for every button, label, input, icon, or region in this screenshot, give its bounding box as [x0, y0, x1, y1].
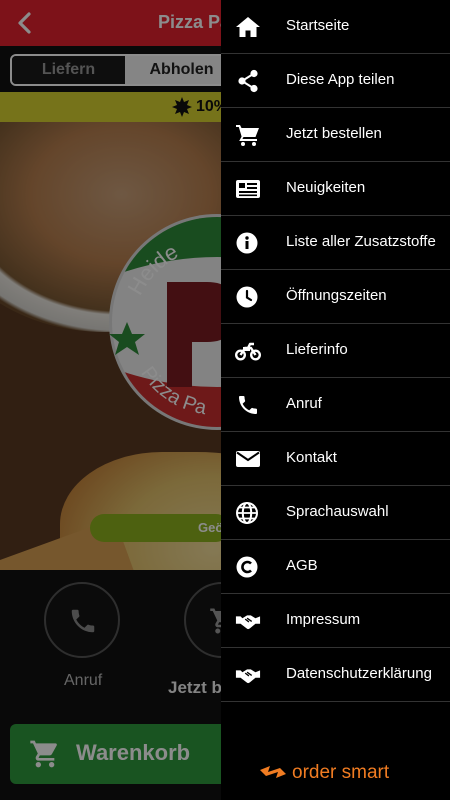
menu-item-startseite[interactable]: Startseite [221, 0, 450, 54]
menu-item-additives[interactable]: Liste aller Zusatzstoffe [221, 216, 450, 270]
handshake-icon [235, 615, 261, 630]
info-icon [236, 232, 258, 254]
menu-item-privacy[interactable]: Datenschutzerklärung [221, 648, 450, 702]
home-icon [236, 17, 260, 37]
menu-item-news[interactable]: Neuigkeiten [221, 162, 450, 216]
clock-icon [236, 286, 258, 308]
mail-icon [236, 451, 260, 467]
menu-item-order-now[interactable]: Jetzt bestellen [221, 108, 450, 162]
brand-name: order smart [292, 762, 390, 783]
menu-item-contact[interactable]: Kontakt [221, 432, 450, 486]
cart-icon [236, 125, 259, 146]
menu-item-agb[interactable]: AGB [221, 540, 450, 594]
menu-item-call[interactable]: Anruf [221, 378, 450, 432]
menu-item-opening-hours[interactable]: Öffnungszeiten [221, 270, 450, 324]
menu-label: Sprachauswahl [286, 503, 389, 520]
menu-label: Öffnungszeiten [286, 287, 387, 304]
news-icon [236, 180, 260, 198]
phone-icon [239, 396, 257, 414]
menu-item-delivery-info[interactable]: Lieferinfo [221, 324, 450, 378]
navigation-drawer: Startseite Diese App teilen Jetzt bestel… [221, 0, 450, 800]
menu-label: Jetzt bestellen [286, 125, 382, 142]
share-icon [238, 69, 258, 93]
menu-label: Startseite [286, 17, 350, 34]
order-smart-logo-icon [260, 766, 286, 778]
menu-label: AGB [286, 557, 318, 574]
menu-label: Impressum [286, 611, 361, 628]
menu-label: Lieferinfo [286, 341, 348, 358]
menu-item-language[interactable]: Sprachauswahl [221, 486, 450, 540]
brand-logo: order smart [258, 760, 418, 788]
menu-label: Anruf [286, 395, 322, 412]
menu-label: Kontakt [286, 449, 337, 466]
menu-label: Liste aller Zusatzstoffe [286, 233, 436, 250]
menu-label: Datenschutzerklärung [286, 665, 432, 682]
menu-item-imprint[interactable]: Impressum [221, 594, 450, 648]
menu-label: Neuigkeiten [286, 179, 366, 196]
motorcycle-icon [235, 342, 261, 361]
menu-label: Diese App teilen [286, 71, 395, 88]
handshake-icon [235, 669, 261, 684]
menu-item-share-app[interactable]: Diese App teilen [221, 54, 450, 108]
copyright-icon [236, 556, 258, 578]
globe-icon [236, 502, 258, 524]
